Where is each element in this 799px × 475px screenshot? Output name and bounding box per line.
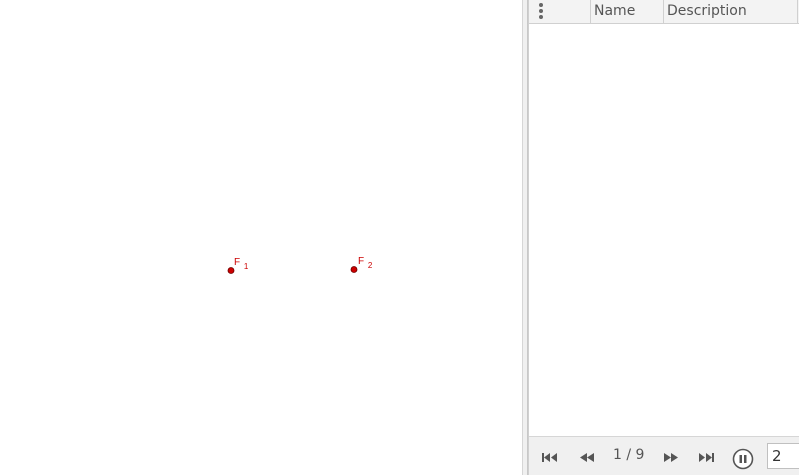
step-forward-button[interactable] (662, 450, 680, 464)
step-back-icon (580, 453, 594, 462)
animation-speed-input[interactable] (767, 443, 799, 469)
step-counter: 1 / 9 (613, 447, 645, 463)
svg-text:F 2: F 2 (358, 256, 373, 270)
construction-protocol: Name Description 1 / 9 (528, 0, 799, 475)
graphics-view[interactable]: F 1 F 2 (0, 0, 522, 475)
pause-icon (732, 448, 754, 470)
step-back-button[interactable] (578, 450, 596, 464)
point-f1-subscript: 1 (244, 262, 249, 271)
graphics-canvas[interactable]: F 1 F 2 (0, 0, 522, 475)
point-f2[interactable]: F 2 (350, 256, 373, 273)
svg-text:F 1: F 1 (234, 257, 249, 271)
column-menu-button[interactable] (529, 0, 591, 23)
point-f1-name: F (234, 257, 240, 268)
point-f1[interactable]: F 1 (227, 257, 249, 274)
point-f2-name: F (358, 256, 364, 267)
skip-to-end-icon (699, 453, 714, 462)
column-header-description[interactable]: Description (664, 0, 798, 23)
pause-button[interactable] (732, 448, 754, 470)
skip-to-start-button[interactable] (541, 450, 559, 464)
column-header-name[interactable]: Name (591, 0, 664, 23)
navigation-bar: 1 / 9 (529, 436, 799, 475)
protocol-table-body (529, 24, 799, 436)
protocol-header: Name Description (529, 0, 799, 24)
point-f2-subscript: 2 (368, 261, 373, 270)
skip-to-start-icon (542, 453, 557, 462)
skip-to-end-button[interactable] (698, 450, 716, 464)
kebab-menu-icon (539, 3, 543, 20)
step-forward-icon (664, 453, 678, 462)
